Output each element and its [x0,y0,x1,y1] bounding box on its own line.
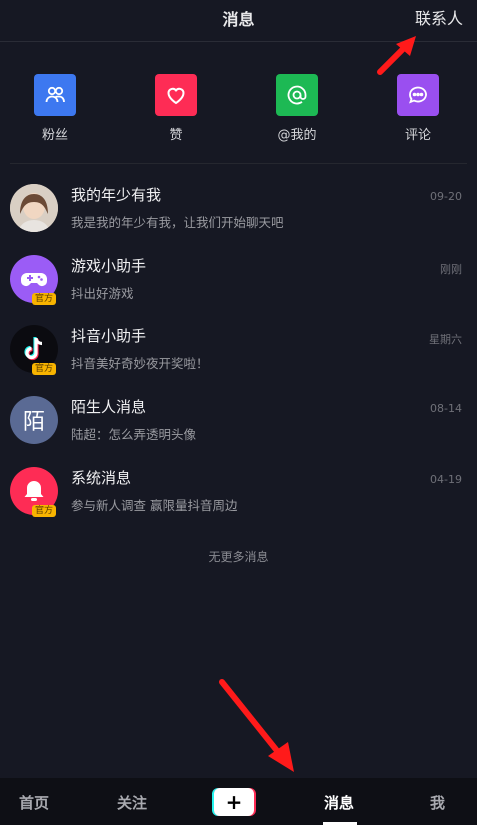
avatar-char: 陌 [22,410,45,435]
message-name: 陌生人消息 [71,398,147,416]
message-name: 游戏小助手 [71,257,147,275]
no-more-messages: 无更多消息 [208,550,269,564]
message-item[interactable]: 陌 陌生人消息 陆超：怎么弄透明头像 08-14 [0,396,477,456]
fans-label: 粉丝 [41,128,68,143]
message-item[interactable]: 官方 系统消息 参与新人调查 赢限量抖音周边 04-19 [0,467,477,527]
tab-home[interactable]: 首页 [19,792,49,813]
avatar [10,184,58,232]
official-badge: 官方 [32,363,57,375]
message-preview: 陆超：怎么弄透明头像 [71,427,197,442]
message-preview: 抖出好游戏 [71,286,134,301]
annotation-arrow-icon [377,36,416,75]
likes-label: 赞 [169,128,183,143]
official-badge: 官方 [32,505,57,517]
quick-actions: 粉丝 赞 @我的 评论 [0,74,477,144]
plus-icon: + [225,790,243,814]
avatar: 陌 [10,396,58,444]
contacts-button[interactable]: 联系人 [415,5,463,29]
message-preview: 抖音美好奇妙夜开奖啦！ [71,356,209,371]
tab-me[interactable]: 我 [430,792,445,813]
divider [10,163,467,164]
message-name: 系统消息 [71,469,132,487]
fans-button[interactable]: 粉丝 [15,74,95,143]
tab-follow[interactable]: 关注 [117,792,147,813]
mentions-button[interactable]: @我的 [257,74,337,143]
comment-icon [397,74,439,116]
comments-label: 评论 [404,128,431,143]
at-icon [276,74,318,116]
message-preview: 我是我的年少有我，让我们开始聊天吧 [71,215,284,230]
message-time: 09-20 [430,190,462,203]
create-button[interactable]: + [212,788,256,816]
message-item[interactable]: 我的年少有我 我是我的年少有我，让我们开始聊天吧 09-20 [0,184,477,244]
message-time: 04-19 [430,473,462,486]
heart-icon [155,74,197,116]
message-time: 刚刚 [440,263,462,276]
message-item[interactable]: 官方 抖音小助手 抖音美好奇妙夜开奖啦！ 星期六 [0,325,477,385]
tab-messages[interactable]: 消息 [324,792,354,813]
message-time: 星期六 [429,333,462,346]
message-preview: 参与新人调查 赢限量抖音周边 [71,498,238,513]
comments-button[interactable]: 评论 [378,74,458,143]
page-title: 消息 [222,10,255,29]
message-name: 我的年少有我 [71,186,162,204]
annotation-arrow-icon [219,679,294,772]
message-item[interactable]: 官方 游戏小助手 抖出好游戏 刚刚 [0,255,477,315]
official-badge: 官方 [32,293,57,305]
fans-icon [34,74,76,116]
message-name: 抖音小助手 [71,327,147,345]
mentions-label: @我的 [277,128,317,143]
likes-button[interactable]: 赞 [136,74,216,143]
message-time: 08-14 [430,402,462,415]
bottom-tab-bar: 首页 关注 + 消息 我 [0,778,477,825]
